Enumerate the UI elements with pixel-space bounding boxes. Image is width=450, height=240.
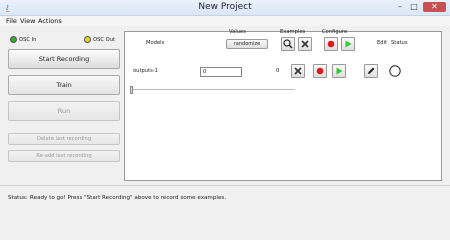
- play-icon: [336, 67, 343, 75]
- status-label: Status:: [8, 195, 28, 201]
- header-edit: Edit: [377, 40, 388, 46]
- title-bar: New Project – □ ✕: [0, 0, 450, 16]
- search-examples-button[interactable]: [281, 37, 295, 51]
- menu-view[interactable]: View: [20, 17, 35, 25]
- play-icon: [345, 40, 352, 48]
- window-title: New Project: [198, 2, 252, 12]
- osc-in-indicator-icon: [10, 36, 17, 43]
- header-models: Models: [146, 40, 165, 46]
- close-window-button[interactable]: ✕: [423, 2, 446, 12]
- run-all-button[interactable]: [341, 37, 355, 51]
- osc-out-label: OSC Out: [93, 37, 116, 43]
- example-count: 0: [276, 68, 280, 74]
- control-panel: OSC In OSC Out Start Recording Train Run…: [5, 31, 120, 181]
- model-name: outputs-1: [133, 68, 158, 74]
- maximize-button[interactable]: □: [408, 2, 420, 12]
- status-bar: Status: Ready to go! Press "Start Record…: [0, 185, 450, 209]
- header-status: Status: [391, 40, 408, 46]
- edit-model-button[interactable]: [364, 64, 378, 78]
- readd-last-recording-button[interactable]: Re-add last recording: [8, 150, 120, 162]
- record-all-button[interactable]: [324, 37, 338, 51]
- osc-in-label: OSC In: [19, 37, 37, 43]
- models-table: Models Values randomize Examples Configu…: [124, 29, 442, 181]
- osc-out-indicator-icon: [84, 36, 91, 43]
- randomize-button[interactable]: randomize: [226, 39, 268, 49]
- value-input[interactable]: 0: [200, 67, 242, 77]
- model-status-icon: [389, 65, 401, 77]
- search-icon: [283, 39, 293, 49]
- run-model-button[interactable]: [332, 64, 346, 78]
- menu-bar: File View Actions: [0, 16, 450, 26]
- minimize-button[interactable]: –: [394, 2, 406, 12]
- header-values: Values: [229, 29, 246, 35]
- delete-model-examples-button[interactable]: [291, 64, 305, 78]
- run-button[interactable]: Run: [8, 101, 120, 121]
- value-slider-track[interactable]: [130, 89, 295, 90]
- start-recording-button[interactable]: Start Recording: [8, 49, 120, 69]
- value-slider-thumb[interactable]: [130, 86, 133, 94]
- menu-file[interactable]: File: [6, 17, 17, 25]
- record-icon: [327, 40, 335, 48]
- menu-actions[interactable]: Actions: [38, 17, 62, 25]
- delete-last-recording-button[interactable]: Delete last recording: [8, 133, 120, 145]
- header-configure: Configure: [322, 29, 348, 35]
- status-message: Ready to go! Press "Start Recording" abo…: [30, 195, 227, 201]
- header-examples: Examples: [280, 29, 306, 35]
- train-button[interactable]: Train: [8, 75, 120, 95]
- record-icon: [316, 67, 324, 75]
- close-icon: [294, 67, 302, 75]
- pencil-icon: [368, 67, 375, 74]
- delete-all-examples-button[interactable]: [298, 37, 312, 51]
- close-icon: [301, 40, 309, 48]
- record-model-button[interactable]: [313, 64, 327, 78]
